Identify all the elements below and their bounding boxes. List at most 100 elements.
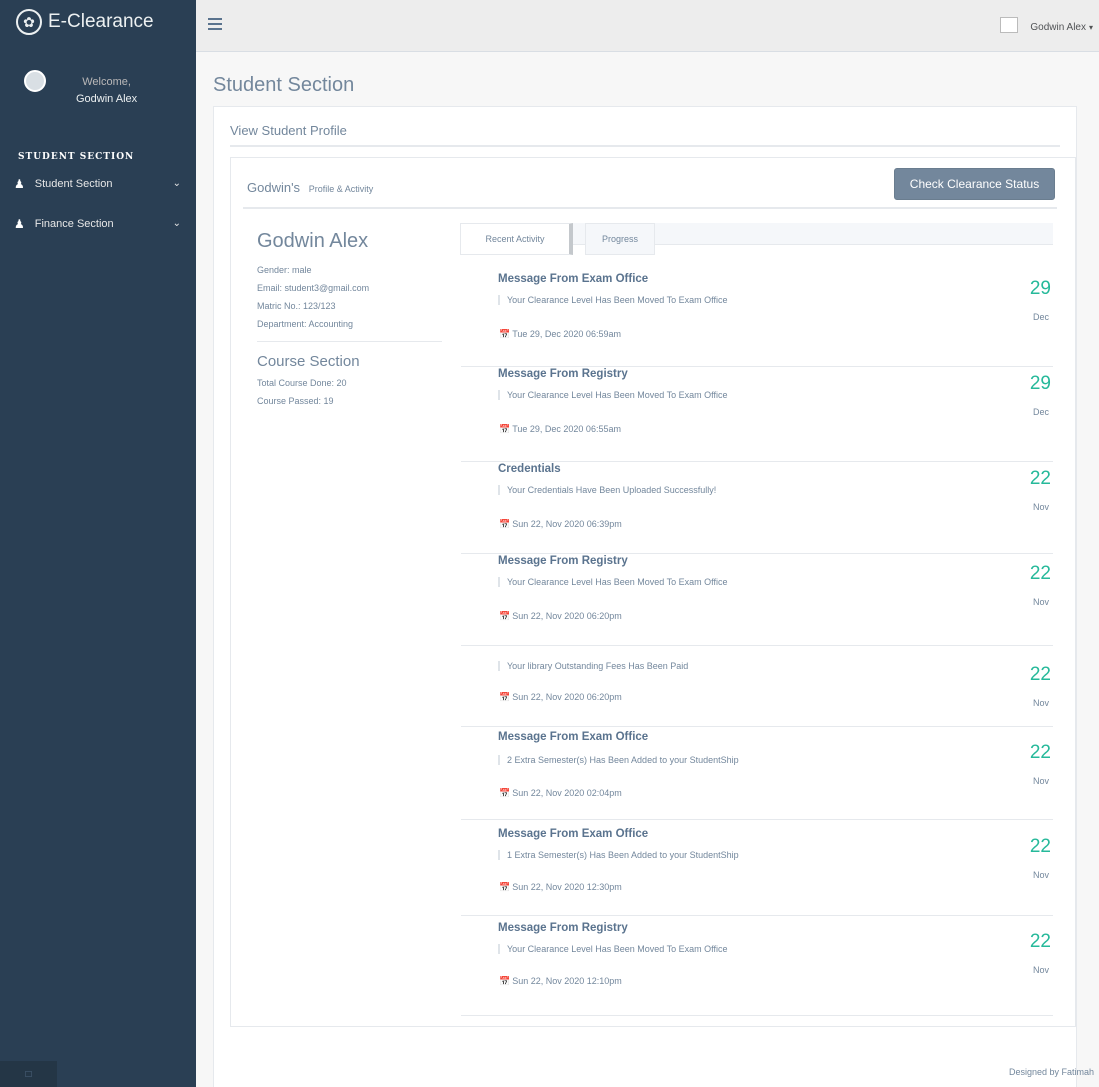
tab-recent-activity[interactable]: Recent Activity bbox=[460, 223, 573, 255]
profile-panel: View Student Profile Godwin's Profile & … bbox=[213, 106, 1077, 1087]
activity-message: Your library Outstanding Fees Has Been P… bbox=[498, 661, 688, 671]
course-passed: Course Passed: 19 bbox=[257, 396, 334, 406]
profile-activity-panel: Godwin's Profile & Activity Check Cleara… bbox=[230, 157, 1076, 1027]
student-gender: Gender: male bbox=[257, 265, 312, 275]
top-navbar: Godwin Alex ▾ bbox=[196, 0, 1099, 52]
user-menu[interactable]: Godwin Alex ▾ bbox=[1000, 16, 1093, 33]
activity-day: 29 bbox=[1029, 373, 1051, 394]
activity-date: 📅 Sun 22, Nov 2020 12:10pm bbox=[499, 976, 622, 986]
avatar bbox=[24, 70, 46, 92]
activity-month: Dec bbox=[1032, 312, 1049, 322]
activity-date: 📅 Sun 22, Nov 2020 06:39pm bbox=[499, 519, 622, 529]
chevron-down-icon: ⌄ bbox=[172, 218, 181, 229]
sidebar-item-student-section[interactable]: ♟ Student Section ⌄ bbox=[0, 171, 196, 196]
activity-day: 22 bbox=[1029, 664, 1051, 685]
caret-down-icon: ▾ bbox=[1088, 23, 1093, 32]
profile-title: Godwin's bbox=[247, 180, 301, 195]
brand-title: E-Clearance bbox=[48, 11, 154, 32]
chevron-down-icon: ⌄ bbox=[172, 178, 181, 189]
activity-date: 📅 Sun 22, Nov 2020 06:20pm bbox=[499, 692, 622, 702]
divider bbox=[257, 341, 442, 342]
student-name: Godwin Alex bbox=[257, 230, 369, 252]
activity-title: Message From Exam Office bbox=[498, 828, 649, 840]
activity-month: Nov bbox=[1032, 698, 1049, 708]
sidebar-item-label: Student Section bbox=[34, 177, 113, 190]
activity-title: Message From Registry bbox=[498, 555, 628, 567]
check-clearance-status-button[interactable]: Check Clearance Status bbox=[894, 168, 1055, 200]
calendar-icon: 📅 bbox=[499, 424, 511, 434]
page-title: Student Section bbox=[213, 74, 355, 96]
activity-message: Your Clearance Level Has Been Moved To E… bbox=[498, 944, 727, 954]
user-icon: ♟ bbox=[14, 176, 25, 191]
welcome-label: Welcome, bbox=[82, 76, 131, 88]
activity-date: 📅 Sun 22, Nov 2020 02:04pm bbox=[499, 788, 622, 798]
activity-title: Message From Registry bbox=[498, 368, 628, 380]
profile-heading: Godwin's Profile & Activity bbox=[247, 180, 373, 195]
profile-subtitle: Profile & Activity bbox=[308, 184, 374, 194]
logout-icon: □ bbox=[25, 1068, 32, 1080]
calendar-icon: 📅 bbox=[499, 329, 511, 339]
activity-title: Credentials bbox=[498, 463, 561, 475]
welcome-user-name: Godwin Alex bbox=[76, 93, 138, 105]
activity-day: 29 bbox=[1029, 278, 1051, 299]
menu-toggle-icon[interactable] bbox=[208, 18, 222, 33]
course-section-title: Course Section bbox=[257, 353, 360, 370]
activity-day: 22 bbox=[1029, 931, 1051, 952]
panel-title: View Student Profile bbox=[230, 123, 347, 138]
activity-month: Nov bbox=[1032, 502, 1049, 512]
sidebar-item-finance-section[interactable]: ♟ Finance Section ⌄ bbox=[0, 211, 196, 236]
activity-title: Message From Registry bbox=[498, 922, 628, 934]
total-course-done: Total Course Done: 20 bbox=[257, 378, 347, 388]
activity-date: 📅 Sun 22, Nov 2020 12:30pm bbox=[499, 882, 622, 892]
sidebar-profile: Welcome, Godwin Alex bbox=[0, 44, 196, 140]
main-content: Student Section View Student Profile God… bbox=[196, 52, 1099, 1087]
calendar-icon: 📅 bbox=[499, 519, 511, 529]
paw-icon: ✿ bbox=[16, 9, 42, 35]
activity-message: Your Clearance Level Has Been Moved To E… bbox=[498, 295, 727, 305]
activity-message: 2 Extra Semester(s) Has Been Added to yo… bbox=[498, 755, 739, 765]
footer-credit: Designed by Fatimah bbox=[1008, 1067, 1094, 1077]
activity-date: 📅 Tue 29, Dec 2020 06:59am bbox=[499, 329, 621, 339]
activity-list: Message From Exam Office Your Clearance … bbox=[461, 272, 1053, 1016]
student-department: Department: Accounting bbox=[257, 319, 354, 329]
activity-message: Your Clearance Level Has Been Moved To E… bbox=[498, 390, 727, 400]
list-item: Message From Exam Office 1 Extra Semeste… bbox=[461, 820, 1053, 916]
list-item: Message From Exam Office Your Clearance … bbox=[461, 272, 1053, 367]
list-item: Message From Registry Your Clearance Lev… bbox=[461, 554, 1053, 646]
activity-month: Nov bbox=[1032, 870, 1049, 880]
list-item: Message From Registry Your Clearance Lev… bbox=[461, 367, 1053, 462]
menu-section-title: STUDENT SECTION bbox=[18, 152, 135, 162]
sidebar-item-label: Finance Section bbox=[34, 217, 114, 230]
activity-message: Your Clearance Level Has Been Moved To E… bbox=[498, 577, 727, 587]
user-icon: ♟ bbox=[14, 216, 25, 231]
activity-month: Nov bbox=[1032, 597, 1049, 607]
activity-day: 22 bbox=[1029, 563, 1051, 584]
activity-date: 📅 Tue 29, Dec 2020 06:55am bbox=[499, 424, 621, 434]
student-info: Godwin Alex Gender: male Email: student3… bbox=[257, 230, 442, 410]
student-matric: Matric No.: 123/123 bbox=[257, 301, 336, 311]
calendar-icon: 📅 bbox=[499, 611, 511, 621]
calendar-icon: 📅 bbox=[499, 882, 511, 892]
calendar-icon: 📅 bbox=[499, 692, 511, 702]
activity-date: 📅 Sun 22, Nov 2020 06:20pm bbox=[499, 611, 622, 621]
tab-progress[interactable]: Progress bbox=[585, 223, 655, 255]
student-email: Email: student3@gmail.com bbox=[257, 283, 370, 293]
list-item: Your library Outstanding Fees Has Been P… bbox=[461, 646, 1053, 727]
calendar-icon: 📅 bbox=[499, 976, 511, 986]
brand[interactable]: ✿ E-Clearance bbox=[0, 0, 196, 44]
sidebar-footer-button[interactable]: □ bbox=[0, 1061, 57, 1087]
activity-title: Message From Exam Office bbox=[498, 731, 649, 743]
sidebar: ✿ E-Clearance Welcome, Godwin Alex STUDE… bbox=[0, 0, 196, 1087]
activity-day: 22 bbox=[1029, 468, 1051, 489]
list-item: Message From Exam Office 2 Extra Semeste… bbox=[461, 727, 1053, 820]
divider bbox=[243, 207, 1057, 209]
activity-day: 22 bbox=[1029, 742, 1051, 763]
activity-day: 22 bbox=[1029, 836, 1051, 857]
calendar-icon: 📅 bbox=[499, 788, 511, 798]
user-menu-name: Godwin Alex bbox=[1030, 22, 1086, 33]
activity-month: Dec bbox=[1032, 407, 1049, 417]
activity-tabs: Recent Activity Progress bbox=[460, 223, 1053, 255]
list-item: Credentials Your Credentials Have Been U… bbox=[461, 462, 1053, 554]
activity-month: Nov bbox=[1032, 776, 1049, 786]
list-item: Message From Registry Your Clearance Lev… bbox=[461, 916, 1053, 1016]
